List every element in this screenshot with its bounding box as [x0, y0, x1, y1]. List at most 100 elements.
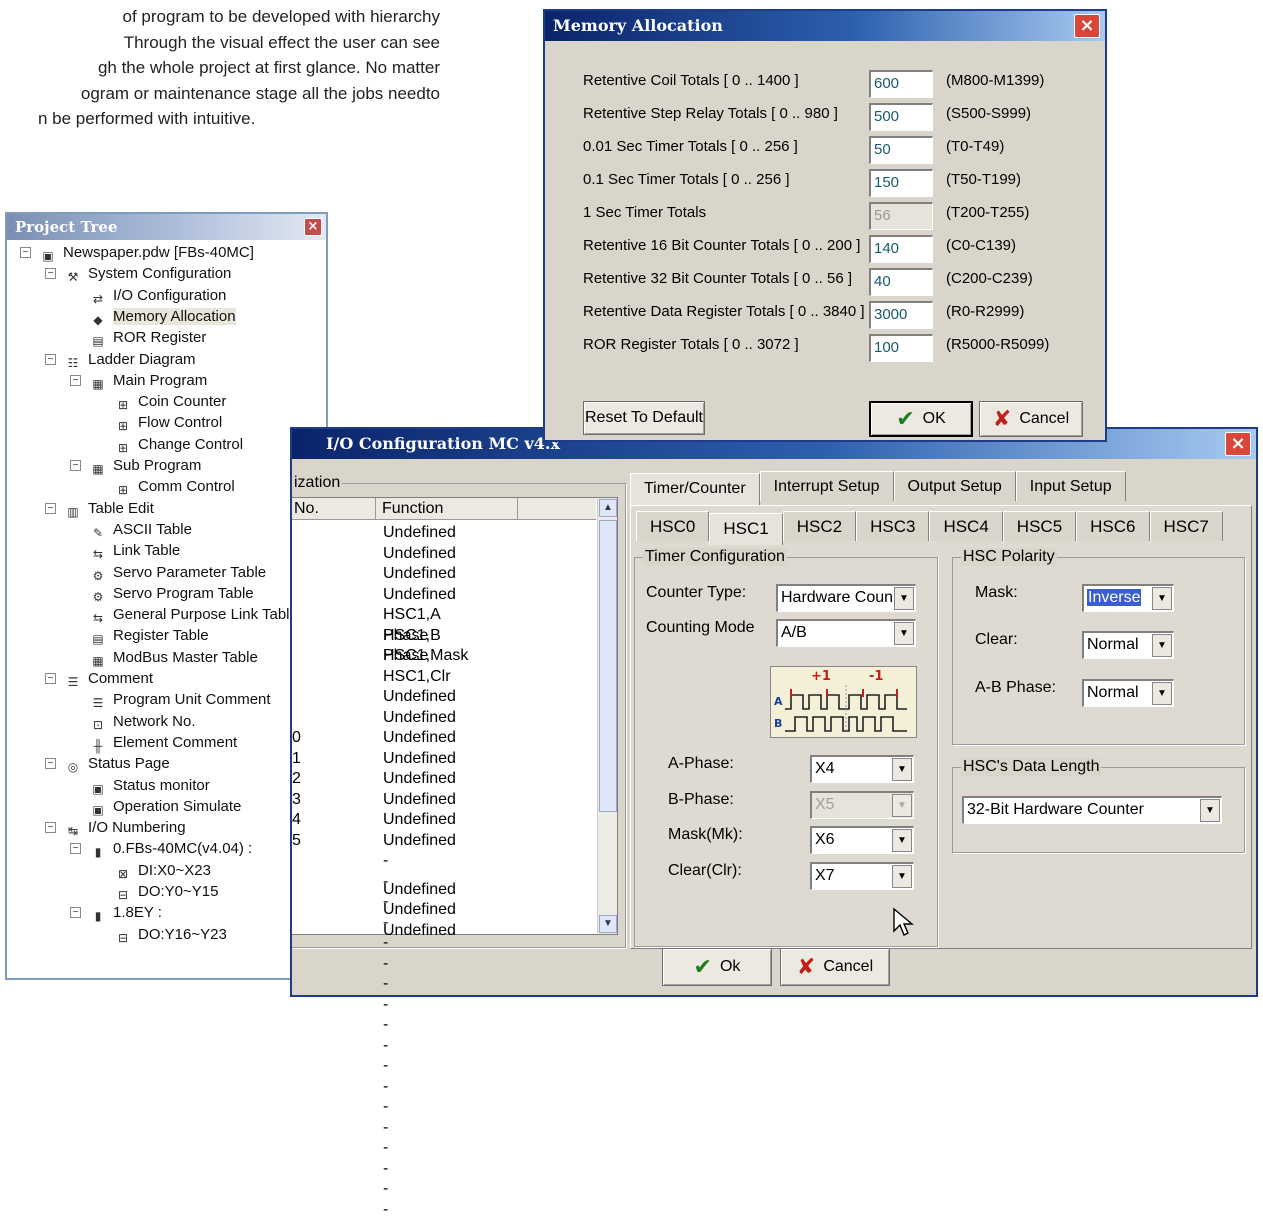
list-row-function[interactable]: Undefined [383, 564, 456, 585]
reset-to-default-button[interactable]: Reset To Default [583, 401, 705, 435]
collapse-icon[interactable]: − [70, 843, 81, 855]
list-row-function[interactable]: Undefined [383, 585, 456, 606]
tab-input-setup[interactable]: Input Setup [1015, 471, 1126, 501]
memory-value-field[interactable]: 500 [869, 103, 933, 131]
tree-node[interactable]: − ▦ Sub Program [70, 455, 201, 476]
list-row-function[interactable]: HSC1,B Phase [383, 626, 441, 665]
list-row-function[interactable]: Undefined [383, 769, 456, 790]
tree-node[interactable]: ▤ Register Table [88, 625, 208, 646]
chevron-down-icon[interactable]: ▼ [894, 587, 914, 610]
list-row-function[interactable]: Undefined [383, 921, 456, 942]
mask-select[interactable]: X6 ▼ [810, 826, 914, 854]
collapse-icon[interactable]: − [45, 268, 56, 280]
tree-node[interactable]: ⚙ Servo Program Table [88, 583, 254, 604]
close-icon[interactable]: × [304, 218, 322, 236]
tree-node[interactable]: − ☰ Comment [45, 668, 153, 689]
column-header-no[interactable]: No. [292, 498, 376, 520]
chevron-down-icon[interactable]: ▼ [892, 758, 912, 781]
memory-value-field[interactable]: 40 [869, 268, 933, 296]
scroll-up-icon[interactable]: ▲ [599, 499, 617, 517]
tree-node[interactable]: − ▥ Table Edit [45, 498, 154, 519]
list-row-function[interactable]: HSC1,Mask [383, 646, 468, 667]
collapse-icon[interactable]: − [70, 907, 81, 919]
memory-cancel-button[interactable]: ✘ Cancel [979, 401, 1083, 437]
collapse-icon[interactable]: − [20, 247, 31, 258]
io-function-list[interactable]: No. Function Undefined Undefined Undefined… [292, 497, 618, 1218]
tree-node[interactable]: ⇆ Link Table [88, 540, 180, 561]
tree-node[interactable]: − ▣ Newspaper.pdw [FBs-40MC] [20, 242, 254, 263]
column-header-function[interactable]: Function [376, 498, 518, 520]
tree-node[interactable]: ✎ ASCII Table [88, 519, 192, 540]
chevron-down-icon[interactable]: ▼ [1152, 634, 1172, 657]
list-row-function[interactable]: Undefined [383, 687, 456, 708]
tree-node[interactable]: − ⚒ System Configuration [45, 263, 231, 284]
list-row-function[interactable]: Undefined [383, 880, 456, 901]
polarity-clear-select[interactable]: Normal ▼ [1082, 631, 1174, 659]
list-scrollbar[interactable]: ▲ ▼ [597, 498, 617, 934]
tab-interrupt-setup[interactable]: Interrupt Setup [759, 471, 894, 501]
chevron-down-icon[interactable]: ▼ [892, 865, 912, 888]
list-row-function[interactable]: HSC1,Clr [383, 667, 451, 688]
chevron-down-icon[interactable]: ▼ [1152, 682, 1172, 705]
collapse-icon[interactable]: − [45, 758, 56, 770]
tree-node[interactable]: ▣ Status monitor [88, 775, 209, 796]
tab-hsc2[interactable]: HSC2 [782, 511, 857, 541]
tree-node[interactable]: − ☷ Ladder Diagram [45, 349, 196, 370]
chevron-down-icon[interactable]: ▼ [894, 622, 914, 645]
tree-node[interactable]: ⊡ Network No. [88, 711, 196, 732]
tab-hsc4[interactable]: HSC4 [929, 511, 1003, 541]
counting-mode-select[interactable]: A/B ▼ [776, 619, 916, 647]
memory-value-field[interactable]: 3000 [869, 301, 933, 329]
close-icon[interactable]: × [1074, 14, 1100, 38]
list-row-function[interactable]: HSC1,A Phase [383, 605, 440, 644]
collapse-icon[interactable]: − [70, 374, 81, 386]
tree-node[interactable]: ⊟ DO:Y16~Y23 [113, 924, 227, 945]
tree-node[interactable]: ⊠ DI:X0~X23 [113, 860, 211, 881]
tree-node[interactable]: ▣ Operation Simulate [88, 796, 241, 817]
tab-timer-counter[interactable]: Timer/Counter [630, 473, 760, 505]
collapse-icon[interactable]: − [45, 822, 56, 834]
tab-output-setup[interactable]: Output Setup [893, 471, 1016, 501]
tree-node[interactable]: ⇆ General Purpose Link Table [88, 604, 298, 625]
tree-node[interactable]: ⇄ I/O Configuration [88, 285, 226, 306]
list-row-function[interactable]: Undefined [383, 523, 456, 544]
list-row-function[interactable]: Undefined [383, 790, 456, 811]
tree-node[interactable]: ▦ ModBus Master Table [88, 647, 257, 668]
tab-hsc1[interactable]: HSC1 [709, 513, 783, 545]
tree-node[interactable]: ⊟ DO:Y0~Y15 [113, 881, 219, 902]
tab-hsc0[interactable]: HSC0 [636, 511, 710, 541]
collapse-icon[interactable]: − [70, 460, 81, 471]
collapse-icon[interactable]: − [45, 502, 56, 514]
tree-node[interactable]: − ◎ Status Page [45, 753, 170, 774]
tree-node[interactable]: ☰ Program Unit Comment [88, 689, 271, 710]
polarity-mask-select[interactable]: Inverse ▼ [1082, 584, 1174, 612]
counter-type-select[interactable]: Hardware Coun ▼ [776, 584, 916, 612]
tree-node[interactable]: ╫ Element Comment [88, 732, 237, 753]
chevron-down-icon[interactable]: ▼ [1152, 587, 1172, 610]
scroll-thumb[interactable] [599, 520, 617, 812]
tree-node[interactable]: ▤ ROR Register [88, 327, 206, 348]
io-cancel-button[interactable]: ✘ Cancel [780, 948, 890, 986]
tree-node[interactable]: − ↹ I/O Numbering [45, 817, 186, 838]
memory-value-field[interactable]: 50 [869, 136, 933, 164]
tree-node[interactable]: ⚙ Servo Parameter Table [88, 562, 267, 583]
list-row-function[interactable]: Undefined [383, 728, 456, 749]
io-ok-button[interactable]: ✔ Ok [662, 948, 772, 986]
polarity-ab-select[interactable]: Normal ▼ [1082, 679, 1174, 707]
tab-hsc6[interactable]: HSC6 [1076, 511, 1150, 541]
close-icon[interactable]: × [1225, 432, 1251, 456]
tree-node[interactable]: ⊞ Change Control [113, 434, 243, 455]
clear-select[interactable]: X7 ▼ [810, 862, 914, 890]
memory-value-field[interactable]: 150 [869, 169, 933, 197]
tab-hsc7[interactable]: HSC7 [1149, 511, 1223, 541]
memory-value-field[interactable]: 100 [869, 334, 933, 362]
tree-node[interactable]: ◆ Memory Allocation [88, 306, 236, 327]
list-row-function[interactable]: Undefined [383, 810, 456, 831]
list-row-function[interactable]: Undefined [383, 831, 456, 852]
memory-value-field[interactable]: 140 [869, 235, 933, 263]
tree-node[interactable]: ⊞ Flow Control [113, 412, 222, 433]
tree-node[interactable]: − ▮ 1.8EY : [70, 902, 162, 923]
a-phase-select[interactable]: X4 ▼ [810, 755, 914, 783]
tree-node[interactable]: ⊞ Comm Control [113, 476, 235, 497]
tab-hsc3[interactable]: HSC3 [856, 511, 930, 541]
